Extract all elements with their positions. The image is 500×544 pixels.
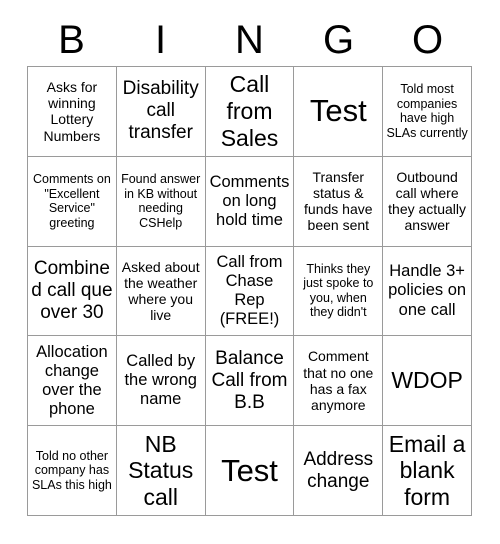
bingo-cell[interactable]: Told most companies have high SLAs curre… xyxy=(383,67,472,157)
bingo-cell-label: NB Status call xyxy=(128,430,194,510)
bingo-cell-label: Test xyxy=(221,452,278,488)
bingo-cell-label: Handle 3+ policies on one call xyxy=(388,262,467,319)
bingo-cell-label: Asked about the weather where you live xyxy=(121,258,200,324)
bingo-cell[interactable]: Asked about the weather where you live xyxy=(116,246,206,337)
bingo-cell[interactable]: Disability call transfer xyxy=(116,67,206,157)
bingo-cell[interactable]: Asks for winning Lottery Numbers xyxy=(28,67,117,157)
header-letter-o: O xyxy=(411,18,444,62)
bingo-grid: Asks for winning Lottery Numbers Disabili… xyxy=(27,66,472,516)
bingo-cell-label: Comment that no one has a fax anymore xyxy=(303,348,374,414)
bingo-cell[interactable]: Address change xyxy=(294,426,384,516)
bingo-cell[interactable]: NB Status call xyxy=(116,426,206,516)
bingo-cell-label: Address change xyxy=(303,448,374,492)
bingo-cell-label: Comments on "Excellent Service" greeting xyxy=(32,172,111,230)
bingo-cell-label: Test xyxy=(309,93,367,129)
bingo-cell[interactable]: Call from Chase Rep (FREE!) xyxy=(205,246,295,337)
header-letter-n: N xyxy=(235,18,264,62)
bingo-cell[interactable]: Test xyxy=(205,426,295,516)
bingo-cell-label: Balance Call from B.B xyxy=(211,347,288,413)
bingo-cell-label: Disability call transfer xyxy=(122,78,199,144)
bingo-cell-label: Called by the wrong name xyxy=(124,352,197,409)
bingo-cell-label: Thinks they just spoke to you, when they… xyxy=(303,261,374,320)
bingo-cell-label: Call from Sales xyxy=(220,71,279,151)
bingo-cell[interactable]: Told no other company has SLAs this high xyxy=(28,426,117,516)
bingo-cell[interactable]: Found answer in KB without needing CSHel… xyxy=(116,156,206,247)
bingo-cell[interactable]: Called by the wrong name xyxy=(116,336,206,427)
bingo-cell[interactable]: Combined call que over 30 xyxy=(28,246,117,337)
bingo-cell-label: WDOP xyxy=(391,367,463,394)
bingo-cell-label: Call from Chase Rep (FREE!) xyxy=(216,252,283,329)
bingo-cell-label: Told no other company has SLAs this high xyxy=(31,448,112,492)
bingo-cell-label: Combined call que over 30 xyxy=(31,257,113,323)
bingo-cell[interactable]: Thinks they just spoke to you, when they… xyxy=(294,246,384,337)
bingo-cell[interactable]: Handle 3+ policies on one call xyxy=(383,246,472,337)
bingo-cell[interactable]: Comment that no one has a fax anymore xyxy=(294,336,384,427)
bingo-cell-label: Transfer status & funds have been sent xyxy=(304,168,373,234)
bingo-cell[interactable]: Transfer status & funds have been sent xyxy=(294,156,384,247)
bingo-cell[interactable]: Email a blank form xyxy=(383,426,472,516)
bingo-cell[interactable]: Comments on "Excellent Service" greeting xyxy=(28,156,117,247)
bingo-cell[interactable]: Call from Sales xyxy=(205,67,295,157)
bingo-cell[interactable]: Outbound call where they actually answer xyxy=(383,156,472,247)
bingo-cell-label: Email a blank form xyxy=(388,430,466,510)
bingo-cell-label: Asks for winning Lottery Numbers xyxy=(43,78,101,144)
bingo-cell-label: Allocation change over the phone xyxy=(36,342,108,418)
bingo-cell[interactable]: Balance Call from B.B xyxy=(205,336,295,427)
bingo-cell[interactable]: Test xyxy=(294,67,384,157)
bingo-cell-label: Found answer in KB without needing CSHel… xyxy=(121,172,201,230)
bingo-cell[interactable]: Allocation change over the phone xyxy=(28,336,117,427)
header-letter-b: B xyxy=(58,18,85,62)
header-letter-i: I xyxy=(154,18,167,62)
bingo-cell[interactable]: Comments on long hold time xyxy=(205,156,295,247)
bingo-card: B I N G O Asks for winning Lottery Numbe… xyxy=(0,0,500,544)
header-letter-g: G xyxy=(322,18,355,62)
bingo-cell-label: Outbound call where they actually answer xyxy=(388,168,466,234)
bingo-header: B I N G O xyxy=(27,16,472,64)
bingo-cell-label: Comments on long hold time xyxy=(209,172,290,229)
bingo-cell[interactable]: WDOP xyxy=(383,336,472,427)
bingo-cell-label: Told most companies have high SLAs curre… xyxy=(386,82,468,140)
